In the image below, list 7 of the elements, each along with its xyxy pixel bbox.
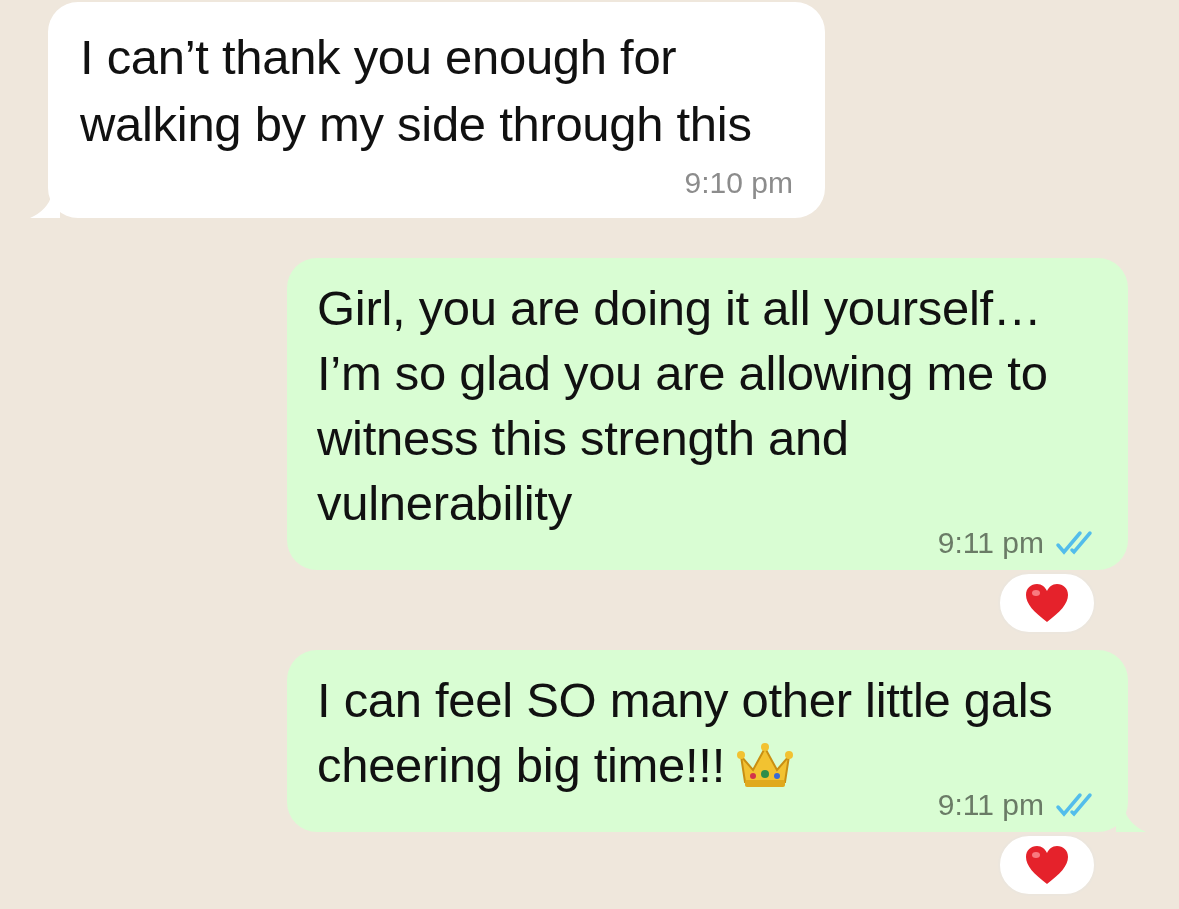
message-time: 9:10 pm <box>684 166 793 200</box>
heart-icon <box>1024 844 1070 886</box>
message-bubble[interactable]: Girl, you are doing it all yourself… I’m so glad you are allowing me to witness this strength and vulnerability 9:11 pm <box>287 258 1128 570</box>
message-bubble[interactable]: I can feel SO many other little gals cheering big time!!! 9:11 pm <box>287 650 1128 832</box>
message-text: I can’t thank you enough for walking by my side through this <box>80 30 752 151</box>
message-bubble[interactable]: I can’t thank you enough for walking by my side through this 9:10 pm <box>48 2 825 218</box>
heart-icon <box>1024 582 1070 624</box>
